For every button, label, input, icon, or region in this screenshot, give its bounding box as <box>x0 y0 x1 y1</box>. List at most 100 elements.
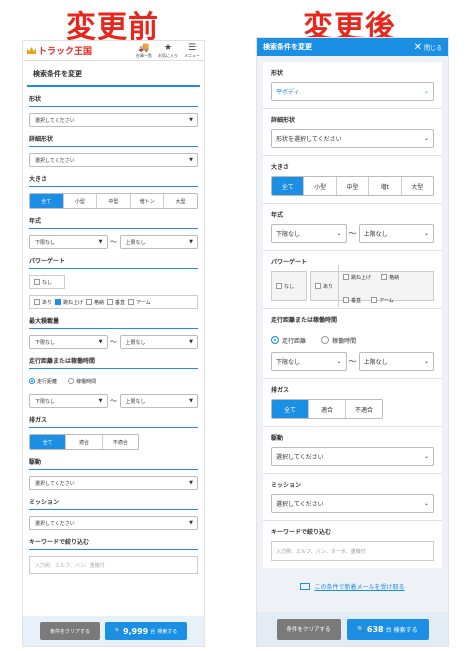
keyword-input[interactable]: 入力例：エルフ、バン、重機付 <box>29 556 198 574</box>
chevron-down-icon: ▼ <box>189 339 193 345</box>
chevron-down-icon: ▼ <box>98 339 103 345</box>
keyword-input[interactable]: 入力例：エルフ、バン、ターボ、重機付 <box>271 541 434 561</box>
power-gate-option[interactable]: 跳ね上げ <box>55 299 83 306</box>
crown-icon <box>27 47 36 54</box>
chevron-down-icon: ▼ <box>98 398 103 404</box>
filter-card: 形状 平ボディ ⌄ 詳細形状 形状を選択してください ⌄ 大きさ 全て 小型 中型 … <box>263 62 442 568</box>
close-icon: ✕ <box>413 41 422 53</box>
close-button[interactable]: ✕ 閉じる <box>414 42 442 53</box>
mail-icon <box>300 583 311 590</box>
search-button[interactable]: 🔍 9,999 台 検索する <box>105 622 187 640</box>
power-gate-option[interactable]: アーム <box>371 297 394 304</box>
mileage-from-select[interactable]: 下限なし ⌄ <box>271 352 347 371</box>
chevron-down-icon: ▼ <box>189 117 193 123</box>
year-to-select[interactable]: 上限なし ⌄ <box>358 224 434 243</box>
emission-option[interactable]: 適合 <box>309 400 346 418</box>
size-option[interactable]: 大型 <box>164 194 197 208</box>
size-option[interactable]: 増t <box>369 177 402 195</box>
power-gate-option[interactable]: 垂直 <box>343 297 361 304</box>
power-gate-option[interactable]: 跳ね上げ <box>343 274 371 281</box>
power-gate-none[interactable]: なし <box>29 275 65 289</box>
size-option[interactable]: 大型 <box>401 177 433 195</box>
keyword-label: キーワードで絞り込む <box>29 537 198 550</box>
mission-select[interactable]: 選択してください ⌄ <box>271 494 434 513</box>
max-load-from-select[interactable]: 下限なし ▼ <box>29 335 108 349</box>
shape-select[interactable]: 選択してください ▼ <box>29 113 198 127</box>
year-label: 年式 <box>29 216 198 229</box>
chevron-down-icon: ⌄ <box>336 230 342 237</box>
emission-option[interactable]: 不適合 <box>346 400 382 418</box>
power-gate-none[interactable]: なし <box>271 271 307 301</box>
max-load-label: 最大積載量 <box>29 316 198 329</box>
emission-option[interactable]: 不適合 <box>103 435 138 449</box>
size-option[interactable]: 中型 <box>336 177 370 195</box>
emission-label: 排ガス <box>29 415 198 428</box>
drive-section: 駆動 選択してください ⌄ <box>263 427 442 474</box>
menu-icon: ☰ <box>187 42 197 53</box>
shape-select[interactable]: 平ボディ ⌄ <box>271 82 434 101</box>
chevron-down-icon: ⌄ <box>423 453 429 460</box>
size-option[interactable]: 全て <box>30 194 64 208</box>
chevron-down-icon: ⌄ <box>423 500 429 507</box>
menu-button[interactable]: ☰ メニュー <box>180 43 204 59</box>
mission-section: ミッション 選択してください ▼ <box>23 497 204 530</box>
power-gate-option[interactable]: 格納 <box>381 274 399 281</box>
drive-select[interactable]: 選択してください ⌄ <box>271 447 434 466</box>
power-gate-ari-group: あり 跳ね上げ 格納 垂直 アーム <box>310 265 434 307</box>
year-from-select[interactable]: 下限なし ▼ <box>29 235 108 249</box>
stock-list-button[interactable]: 🚚 在庫一覧 <box>132 43 156 59</box>
site-logo[interactable]: トラック王国 <box>27 44 92 57</box>
clear-conditions-button[interactable]: 条件をクリアする <box>276 618 341 640</box>
emission-option[interactable]: 全て <box>272 400 309 418</box>
max-load-to-select[interactable]: 上限なし ▼ <box>119 335 198 349</box>
detail-shape-select[interactable]: 形状を選択してください ⌄ <box>271 129 434 148</box>
power-gate-ari[interactable]: あり <box>315 283 333 290</box>
chevron-down-icon: ▼ <box>189 239 193 245</box>
chevron-down-icon: ⌄ <box>336 358 342 365</box>
new-mail-link[interactable]: この条件で新着メールを受け取る <box>257 582 448 591</box>
power-gate-section: パワーゲート なし あり 跳ね上げ 格納 垂直 アーム <box>23 256 204 309</box>
before-panel: トラック王国 🚚 在庫一覧 ★ お気に入り ☰ メニュー 検索条件を変更 形状 … <box>22 40 205 647</box>
emission-option[interactable]: 全て <box>30 435 67 449</box>
chevron-down-icon: ▼ <box>98 239 103 245</box>
size-segment: 全て 小型 中型 増トン 大型 <box>29 193 198 209</box>
chevron-down-icon: ⌄ <box>423 135 429 142</box>
size-option[interactable]: 増トン <box>131 194 165 208</box>
emission-option[interactable]: 適合 <box>66 435 103 449</box>
size-option[interactable]: 小型 <box>304 177 337 195</box>
year-to-select[interactable]: 上限なし ▼ <box>119 235 198 249</box>
drive-label: 駆動 <box>29 457 198 470</box>
mileage-radio[interactable]: 走行距離 <box>271 336 306 345</box>
mileage-to-select[interactable]: 上限なし ▼ <box>119 394 198 408</box>
size-option[interactable]: 全て <box>272 177 305 195</box>
panel-title: 検索条件を変更 <box>27 61 200 87</box>
year-section: 年式 下限なし ⌄ 〜 上限なし ⌄ <box>263 204 442 251</box>
size-option[interactable]: 小型 <box>64 194 98 208</box>
detail-shape-section: 詳細形状 形状を選択してください ⌄ <box>263 109 442 156</box>
emission-section: 排ガス 全て 適合 不適合 <box>263 379 442 427</box>
power-gate-label: パワーゲート <box>29 256 198 269</box>
detail-shape-select[interactable]: 選択してください ▼ <box>29 153 198 167</box>
size-section: 大きさ 全て 小型 中型 増トン 大型 <box>23 174 204 209</box>
power-gate-option[interactable]: アーム <box>128 299 151 306</box>
mileage-from-select[interactable]: 下限なし ▼ <box>29 394 108 408</box>
power-gate-option[interactable]: 垂直 <box>107 299 125 306</box>
clear-conditions-button[interactable]: 条件をクリアする <box>40 622 100 640</box>
search-button[interactable]: 🔍 638 台 検索する <box>346 618 429 640</box>
mission-select[interactable]: 選択してください ▼ <box>29 516 198 530</box>
mileage-section: 走行距離または稼働時間 走行距離 稼働時間 下限なし ▼ 〜 上限なし ▼ <box>23 356 204 408</box>
checkbox[interactable] <box>34 279 40 285</box>
truck-icon: 🚚 <box>138 42 150 53</box>
star-icon: ★ <box>163 42 173 53</box>
favorites-button[interactable]: ★ お気に入り <box>156 43 180 59</box>
power-gate-option[interactable]: 格納 <box>86 299 104 306</box>
year-from-select[interactable]: 下限なし ⌄ <box>271 224 347 243</box>
mileage-radio[interactable]: 走行距離 <box>29 378 57 385</box>
hours-radio[interactable]: 稼働時間 <box>321 336 356 345</box>
power-gate-option[interactable]: あり <box>34 299 52 306</box>
mileage-to-select[interactable]: 上限なし ⌄ <box>358 352 434 371</box>
drive-select[interactable]: 選択してください ▼ <box>29 476 198 490</box>
hours-radio[interactable]: 稼働時間 <box>68 378 96 385</box>
power-gate-options: あり 跳ね上げ 格納 垂直 アーム <box>29 295 198 309</box>
size-option[interactable]: 中型 <box>97 194 131 208</box>
